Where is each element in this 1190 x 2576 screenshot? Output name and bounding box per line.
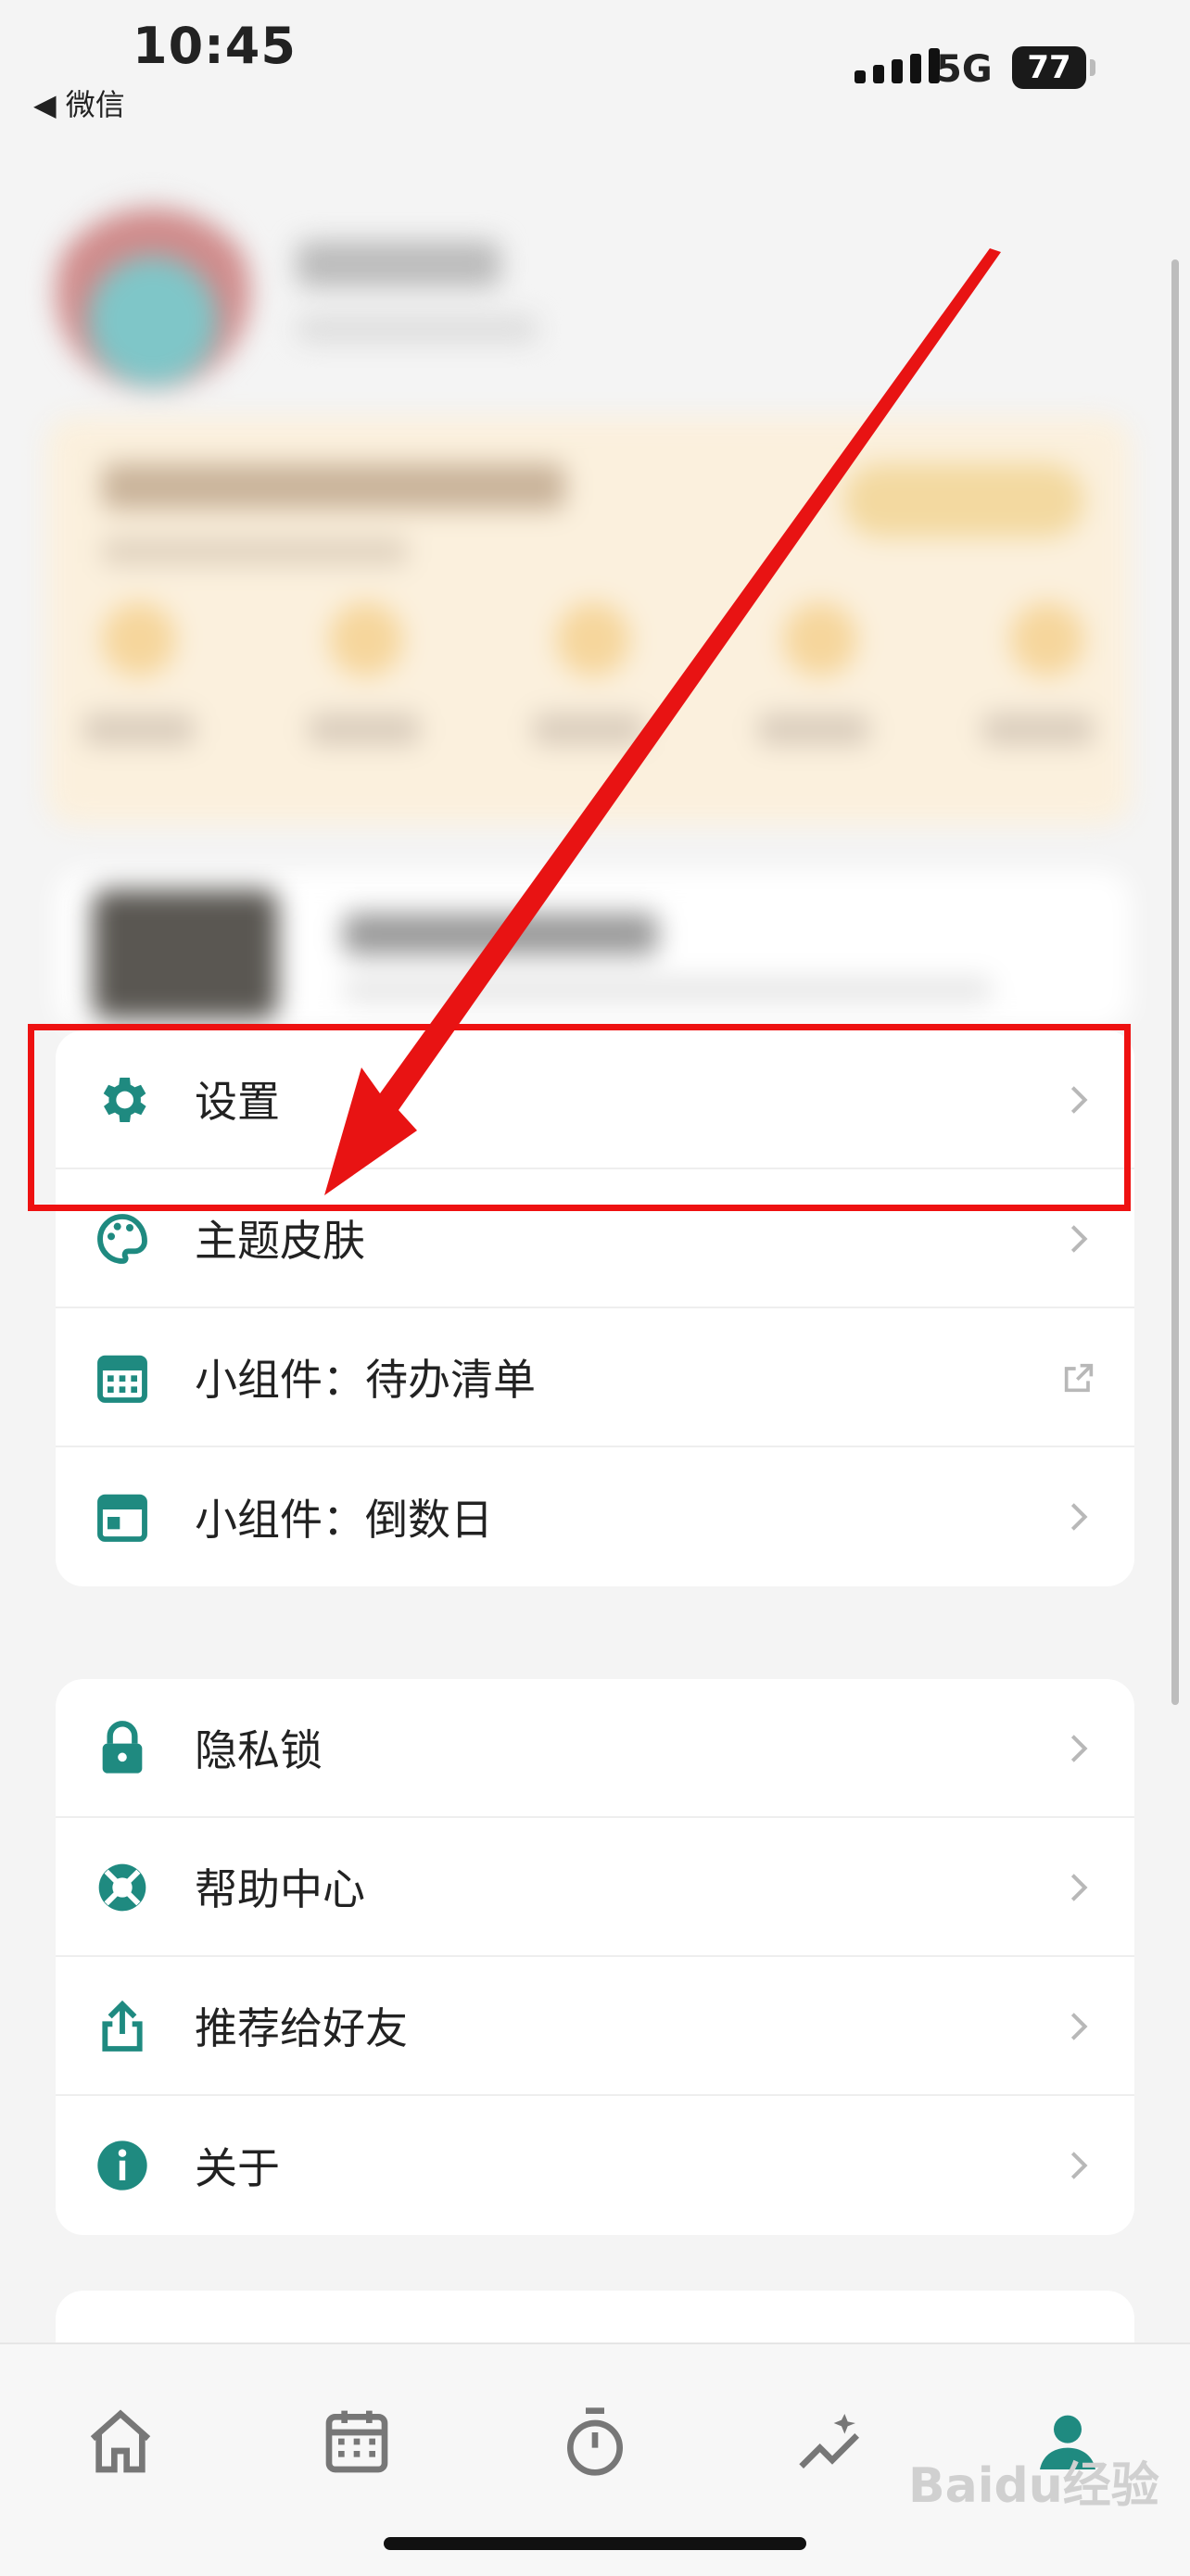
calendar-grid-icon: [97, 1355, 147, 1403]
external-link-icon: [1064, 1363, 1094, 1393]
menu-item-label: 推荐给好友: [195, 2003, 408, 2053]
menu-item-recommend[interactable]: 推荐给好友: [56, 1957, 1134, 2096]
calendar-icon: [97, 1494, 147, 1542]
scrollbar[interactable]: [1171, 259, 1179, 1705]
home-icon[interactable]: [83, 2405, 158, 2479]
battery-icon: 77: [1012, 46, 1086, 89]
menu-item-label: 关于: [195, 2143, 280, 2193]
chevron-right-icon: [1070, 1225, 1088, 1253]
vip-card-blurred: [46, 417, 1131, 825]
battery-tip: [1090, 59, 1095, 76]
status-bar: 10:45 ◀ 微信 5G 77: [0, 0, 1190, 130]
network-type: 5G: [936, 48, 993, 91]
vip-button-blurred: [843, 463, 1084, 537]
status-time: 10:45: [133, 17, 297, 75]
menu-item-privacy-lock[interactable]: 隐私锁: [56, 1679, 1134, 1818]
blurred-profile-area: [0, 167, 1190, 1029]
menu-item-about[interactable]: 关于: [56, 2096, 1134, 2235]
menu-item-label: 小组件：倒数日: [195, 1495, 493, 1545]
chevron-right-icon: [1070, 2013, 1088, 2040]
menu-item-label: 小组件：待办清单: [195, 1355, 536, 1405]
signal-icon: [855, 48, 940, 83]
menu-item-label: 主题皮肤: [195, 1216, 365, 1266]
promo-card-blurred: [56, 871, 1131, 1029]
home-indicator[interactable]: [384, 2537, 806, 2550]
chevron-right-icon: [1070, 2152, 1088, 2179]
share-icon: [102, 2000, 143, 2052]
avatar: [56, 195, 250, 389]
stats-icon[interactable]: [795, 2405, 869, 2479]
info-icon: [97, 2140, 147, 2191]
chevron-right-icon: [1070, 1503, 1088, 1531]
calendar-icon[interactable]: [320, 2405, 394, 2479]
chevron-right-icon: [1070, 1874, 1088, 1901]
menu-item-label: 隐私锁: [195, 1725, 323, 1775]
menu-item-label: 帮助中心: [195, 1864, 365, 1914]
menu-item-help-center[interactable]: 帮助中心: [56, 1818, 1134, 1957]
baidu-watermark: Baidu经验: [908, 2458, 1159, 2514]
user-subtitle-blurred: [297, 315, 538, 343]
chevron-right-icon: [1070, 1735, 1088, 1762]
username-blurred: [297, 241, 500, 287]
menu-item-widget-countdown[interactable]: 小组件：倒数日: [56, 1447, 1134, 1586]
timer-icon[interactable]: [558, 2405, 632, 2479]
annotation-highlight-box: [28, 1024, 1131, 1211]
menu-card-secondary: 隐私锁 帮助中心 推荐给好友 关于: [56, 1679, 1134, 2235]
lock-icon: [102, 1721, 143, 1774]
lifebuoy-icon: [98, 1863, 146, 1912]
palette-icon: [97, 1214, 147, 1264]
menu-item-widget-todo[interactable]: 小组件：待办清单: [56, 1308, 1134, 1447]
back-to-wechat-link[interactable]: ◀ 微信: [33, 82, 125, 124]
